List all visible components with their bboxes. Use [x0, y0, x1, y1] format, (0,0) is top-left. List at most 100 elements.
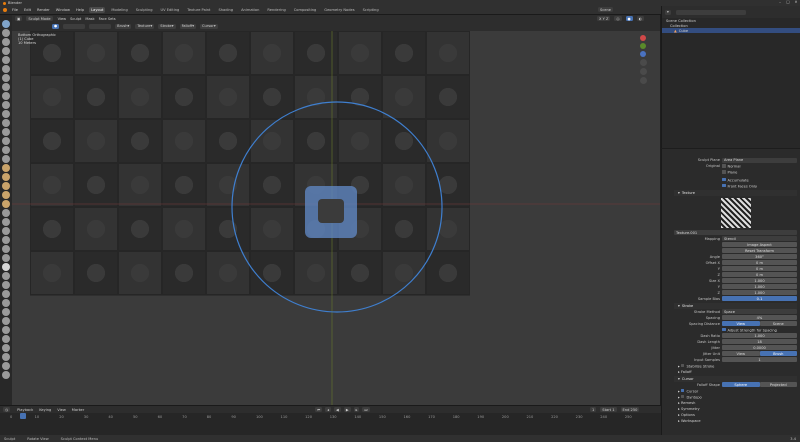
tool-box-hide-icon[interactable] [2, 290, 10, 298]
stroke-panel-dropdown[interactable]: Stroke ▾ [158, 23, 176, 29]
falloff-projected-option[interactable]: Projected [759, 382, 797, 388]
tool-clay-icon[interactable] [2, 47, 10, 55]
size-y-field[interactable]: 1.000 [722, 284, 797, 290]
menu-help[interactable]: Help [75, 8, 85, 12]
symmetry-panel[interactable]: ▸ Symmetry [674, 407, 700, 411]
tool-cloth-filter-icon[interactable] [2, 326, 10, 334]
workspace-panel[interactable]: ▸ Workspace [674, 419, 701, 423]
offset-y-field[interactable]: 0 m [722, 266, 797, 272]
blender-menu-icon[interactable] [3, 8, 7, 12]
outliner-item-cube[interactable]: ▲ Cube [662, 28, 800, 33]
cursor-checkbox[interactable]: ▸ Cursor [674, 388, 698, 393]
image-aspect-button[interactable]: Image Aspect [722, 242, 797, 248]
size-z-field[interactable]: 1.000 [722, 290, 797, 296]
tool-annotate-icon[interactable] [2, 371, 10, 379]
current-frame-field[interactable]: 1 [590, 407, 597, 412]
stroke-method-dropdown[interactable]: Space [722, 309, 797, 315]
tool-color-filter-icon[interactable] [2, 335, 10, 343]
tool-boundary-icon[interactable] [2, 236, 10, 244]
mapping-dropdown[interactable]: Stencil [722, 236, 797, 242]
timeline-editor-type[interactable]: ◷ [3, 407, 11, 412]
tool-brush-icon[interactable] [2, 20, 10, 28]
tool-draw-icon[interactable] [2, 29, 10, 37]
options-panel[interactable]: ▸ Options [674, 413, 695, 417]
angle-field[interactable]: 360° [722, 254, 797, 260]
end-frame-field[interactable]: End 250 [620, 407, 640, 412]
playhead[interactable] [20, 413, 26, 419]
sculpt-menu[interactable]: Sculpt [69, 17, 82, 21]
tab-rendering[interactable]: Rendering [265, 7, 287, 13]
tool-transform-icon[interactable] [2, 362, 10, 370]
face-sets-menu[interactable]: Face Sets [98, 17, 117, 21]
dyntopo-toggle[interactable]: ▸ Dyntopo [674, 394, 702, 399]
tab-scripting[interactable]: Scripting [361, 7, 381, 13]
sculpt-plane-dropdown[interactable]: Area Plane [722, 157, 797, 163]
tab-animation[interactable]: Animation [239, 7, 261, 13]
tool-pinch-icon[interactable] [2, 155, 10, 163]
tool-box-mask-icon[interactable] [2, 281, 10, 289]
texture-preview[interactable] [674, 196, 797, 230]
tool-layer-icon[interactable] [2, 74, 10, 82]
tool-simplify-icon[interactable] [2, 254, 10, 262]
jitter-field[interactable]: 0.0000 [722, 345, 797, 351]
axis-x-gizmo-icon[interactable] [640, 35, 646, 41]
tool-clay-strips-icon[interactable] [2, 56, 10, 64]
zoom-icon[interactable] [640, 59, 647, 66]
view-menu[interactable]: View [57, 17, 68, 21]
tool-nudge-icon[interactable] [2, 209, 10, 217]
tool-rotate-icon[interactable] [2, 218, 10, 226]
dash-length-field[interactable]: 18 [722, 339, 797, 345]
marker-menu[interactable]: Marker [71, 408, 85, 412]
tool-smooth-icon[interactable] [2, 110, 10, 118]
tool-grab-icon[interactable] [2, 164, 10, 172]
remesh-panel[interactable]: ▸ Remesh [674, 401, 695, 405]
tool-flatten-icon[interactable] [2, 119, 10, 127]
tool-scrape-icon[interactable] [2, 137, 10, 145]
size-x-field[interactable]: 1.000 [722, 278, 797, 284]
original-plane-checkbox[interactable]: Plane [722, 170, 737, 175]
tool-mask-icon[interactable] [2, 263, 10, 271]
falloff-panel-toggle[interactable]: ▸ Falloff [674, 370, 692, 374]
jump-start-icon[interactable]: ⏮ [315, 407, 323, 412]
texture-name-field[interactable]: Texture.001 [674, 230, 797, 236]
brush-strength-field[interactable]: ● [52, 23, 60, 29]
strength-field[interactable] [89, 23, 112, 29]
keying-menu[interactable]: Keying [38, 408, 52, 412]
tab-sculpting[interactable]: Sculpting [134, 7, 155, 13]
accumulate-checkbox[interactable]: Accumulate [722, 177, 749, 182]
tool-clay-thumb-icon[interactable] [2, 65, 10, 73]
tab-texture-paint[interactable]: Texture Paint [185, 7, 212, 13]
dash-ratio-field[interactable]: 1.000 [722, 333, 797, 339]
adjust-strength-checkbox[interactable]: Adjust Strength for Spacing [722, 327, 777, 332]
playback-menu[interactable]: Playback [16, 408, 34, 412]
tool-pose-icon[interactable] [2, 200, 10, 208]
menu-edit[interactable]: Edit [23, 8, 32, 12]
tab-shading[interactable]: Shading [216, 7, 235, 13]
reset-transform-button[interactable]: Reset Transform [722, 248, 797, 254]
tab-geometry-nodes[interactable]: Geometry Nodes [322, 7, 356, 13]
axis-z-gizmo-icon[interactable] [640, 51, 646, 57]
outliner-filter-icon[interactable]: ▾ [665, 9, 671, 15]
play-reverse-icon[interactable]: ◀ [334, 407, 341, 412]
spacing-scene-option[interactable]: Scene [759, 321, 797, 327]
editor-type-button[interactable]: ▣ [15, 16, 23, 21]
stabilize-stroke-toggle[interactable]: ▸ Stabilize Stroke [674, 363, 714, 368]
jitter-view-option[interactable]: View [722, 351, 760, 357]
tool-draw-face-sets-icon[interactable] [2, 272, 10, 280]
outliner-search-input[interactable] [675, 9, 746, 15]
mode-selector[interactable]: Sculpt Mode [26, 16, 53, 21]
falloff-panel-dropdown[interactable]: Falloff ▾ [179, 23, 196, 29]
front-faces-checkbox[interactable]: Front Faces Only [722, 183, 757, 188]
prev-key-icon[interactable]: ◂ [325, 407, 332, 412]
spacing-view-option[interactable]: View [722, 321, 760, 327]
input-samples-field[interactable]: 1 [722, 357, 797, 363]
overlay-toggle-icon[interactable]: ◎ [614, 16, 622, 21]
play-icon[interactable]: ▶ [343, 407, 351, 412]
tool-mesh-filter-icon[interactable] [2, 317, 10, 325]
navigation-gizmo[interactable] [640, 33, 647, 86]
jump-end-icon[interactable]: ⏭ [362, 407, 370, 412]
falloff-sphere-option[interactable]: Sphere [722, 382, 760, 388]
tool-box-trim-icon[interactable] [2, 299, 10, 307]
tool-fill-icon[interactable] [2, 128, 10, 136]
material-shading-icon[interactable]: ◐ [636, 16, 644, 21]
